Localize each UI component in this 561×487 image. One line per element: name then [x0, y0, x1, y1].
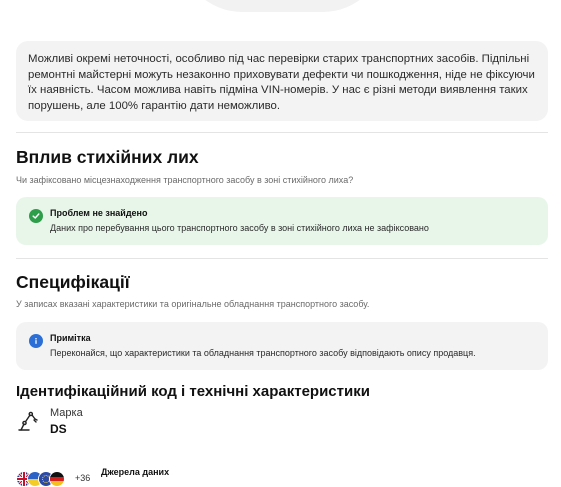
specs-section-title: Специфікації: [16, 272, 130, 292]
info-circle-icon: [29, 334, 43, 348]
data-sources-flags: [16, 471, 76, 487]
specs-note-text: Переконайся, що характеристики та обладн…: [50, 348, 476, 358]
make-value: DS: [50, 422, 67, 436]
germany-flag-icon: [49, 471, 65, 487]
disaster-section-subtitle: Чи зафіксовано місцезнаходження транспор…: [16, 175, 354, 185]
accuracy-notice: Можливі окремі неточності, особливо під …: [16, 41, 548, 121]
specs-note-title: Примітка: [50, 333, 91, 343]
sources-count: +36: [75, 473, 91, 483]
disaster-status-text: Даних про перебування цього транспортног…: [50, 223, 429, 233]
disaster-section-title: Вплив стихійних лих: [16, 147, 199, 167]
specs-note-callout: Примітка Переконайся, що характеристики …: [16, 322, 548, 370]
disaster-status-callout: Проблем не знайдено Даних про перебуванн…: [16, 197, 548, 245]
divider: [16, 132, 548, 133]
disaster-status-title: Проблем не знайдено: [50, 208, 148, 218]
specs-section-subtitle: У записах вказані характеристики та ориг…: [16, 299, 370, 309]
identification-title: Ідентифікаційний код і технічні характер…: [16, 383, 370, 400]
vehicle-image-placeholder: [180, 0, 385, 12]
accuracy-notice-text: Можливі окремі неточності, особливо під …: [28, 53, 535, 112]
sources-label[interactable]: Джерела даних: [101, 467, 169, 477]
divider: [16, 258, 548, 259]
make-label: Марка: [50, 407, 83, 419]
check-circle-icon: [29, 209, 43, 223]
robot-arm-icon: [16, 410, 38, 432]
